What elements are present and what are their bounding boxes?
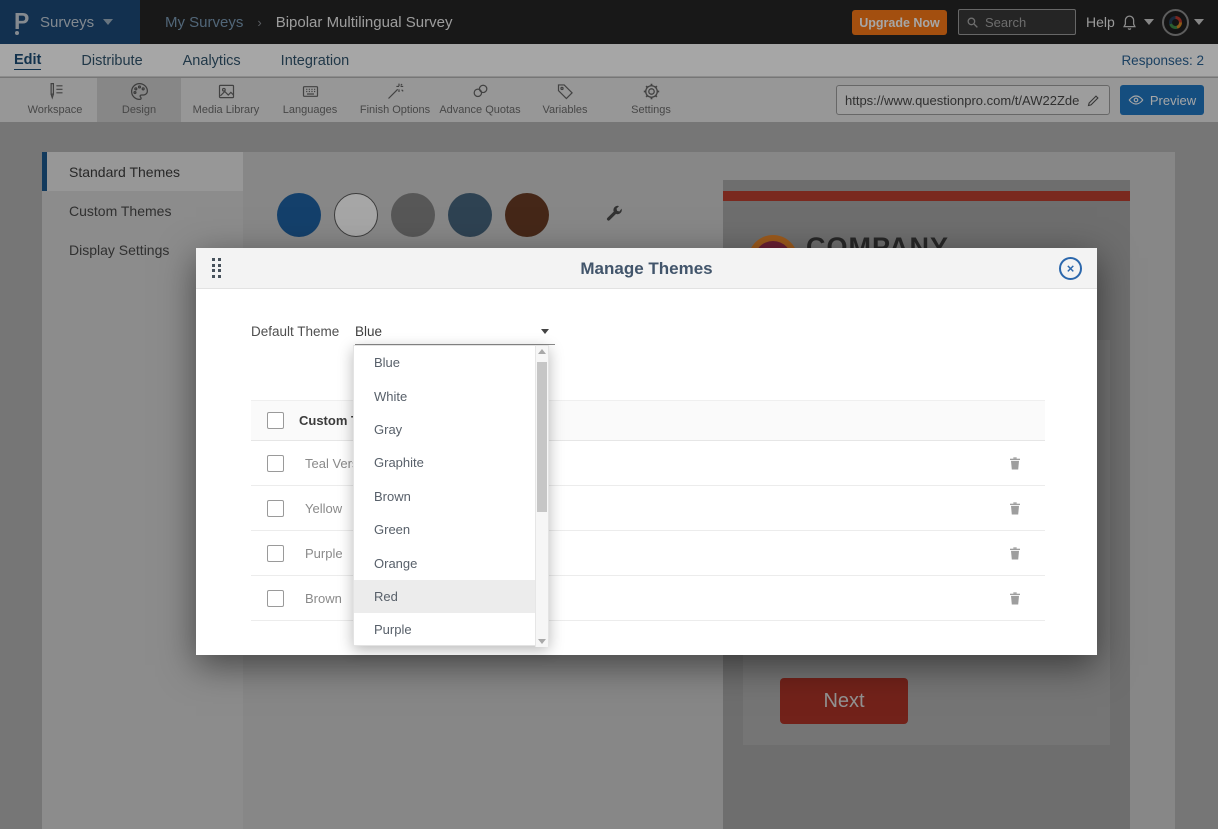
scroll-down-icon[interactable]: [538, 639, 546, 644]
select-all-checkbox[interactable]: [267, 412, 284, 429]
scroll-up-icon[interactable]: [538, 349, 546, 354]
row-checkbox[interactable]: [267, 545, 284, 562]
dropdown-option-blue[interactable]: Blue: [354, 346, 537, 379]
dropdown-option-red[interactable]: Red: [354, 580, 537, 613]
dropdown-option-orange[interactable]: Orange: [354, 546, 537, 579]
default-theme-select[interactable]: Blue: [355, 318, 555, 345]
modal-header: Manage Themes ×: [196, 248, 1097, 289]
trash-icon[interactable]: [1007, 590, 1023, 607]
modal-title: Manage Themes: [196, 248, 1097, 289]
scrollbar-thumb[interactable]: [537, 362, 547, 512]
dropdown-option-green[interactable]: Green: [354, 513, 537, 546]
row-checkbox[interactable]: [267, 500, 284, 517]
dropdown-option-white[interactable]: White: [354, 379, 537, 412]
dropdown-option-gray[interactable]: Gray: [354, 413, 537, 446]
dropdown-scrollbar[interactable]: [535, 346, 548, 647]
drag-handle-icon[interactable]: [212, 258, 221, 278]
row-checkbox[interactable]: [267, 455, 284, 472]
trash-icon[interactable]: [1007, 545, 1023, 562]
close-icon[interactable]: ×: [1059, 257, 1082, 280]
questionpro-app: P Surveys My Surveys › Bipolar Multiling…: [0, 0, 1218, 829]
default-theme-dropdown: Blue White Gray Graphite Brown Green Ora…: [353, 345, 549, 646]
trash-icon[interactable]: [1007, 455, 1023, 472]
dropdown-option-brown[interactable]: Brown: [354, 480, 537, 513]
dropdown-option-purple[interactable]: Purple: [354, 613, 537, 646]
default-theme-label: Default Theme: [251, 324, 339, 339]
selected-theme-value: Blue: [355, 324, 382, 339]
dropdown-option-graphite[interactable]: Graphite: [354, 446, 537, 479]
row-checkbox[interactable]: [267, 590, 284, 607]
chevron-down-icon: [541, 329, 549, 334]
trash-icon[interactable]: [1007, 500, 1023, 517]
manage-themes-modal: Manage Themes × Default Theme Blue Custo…: [196, 248, 1097, 655]
